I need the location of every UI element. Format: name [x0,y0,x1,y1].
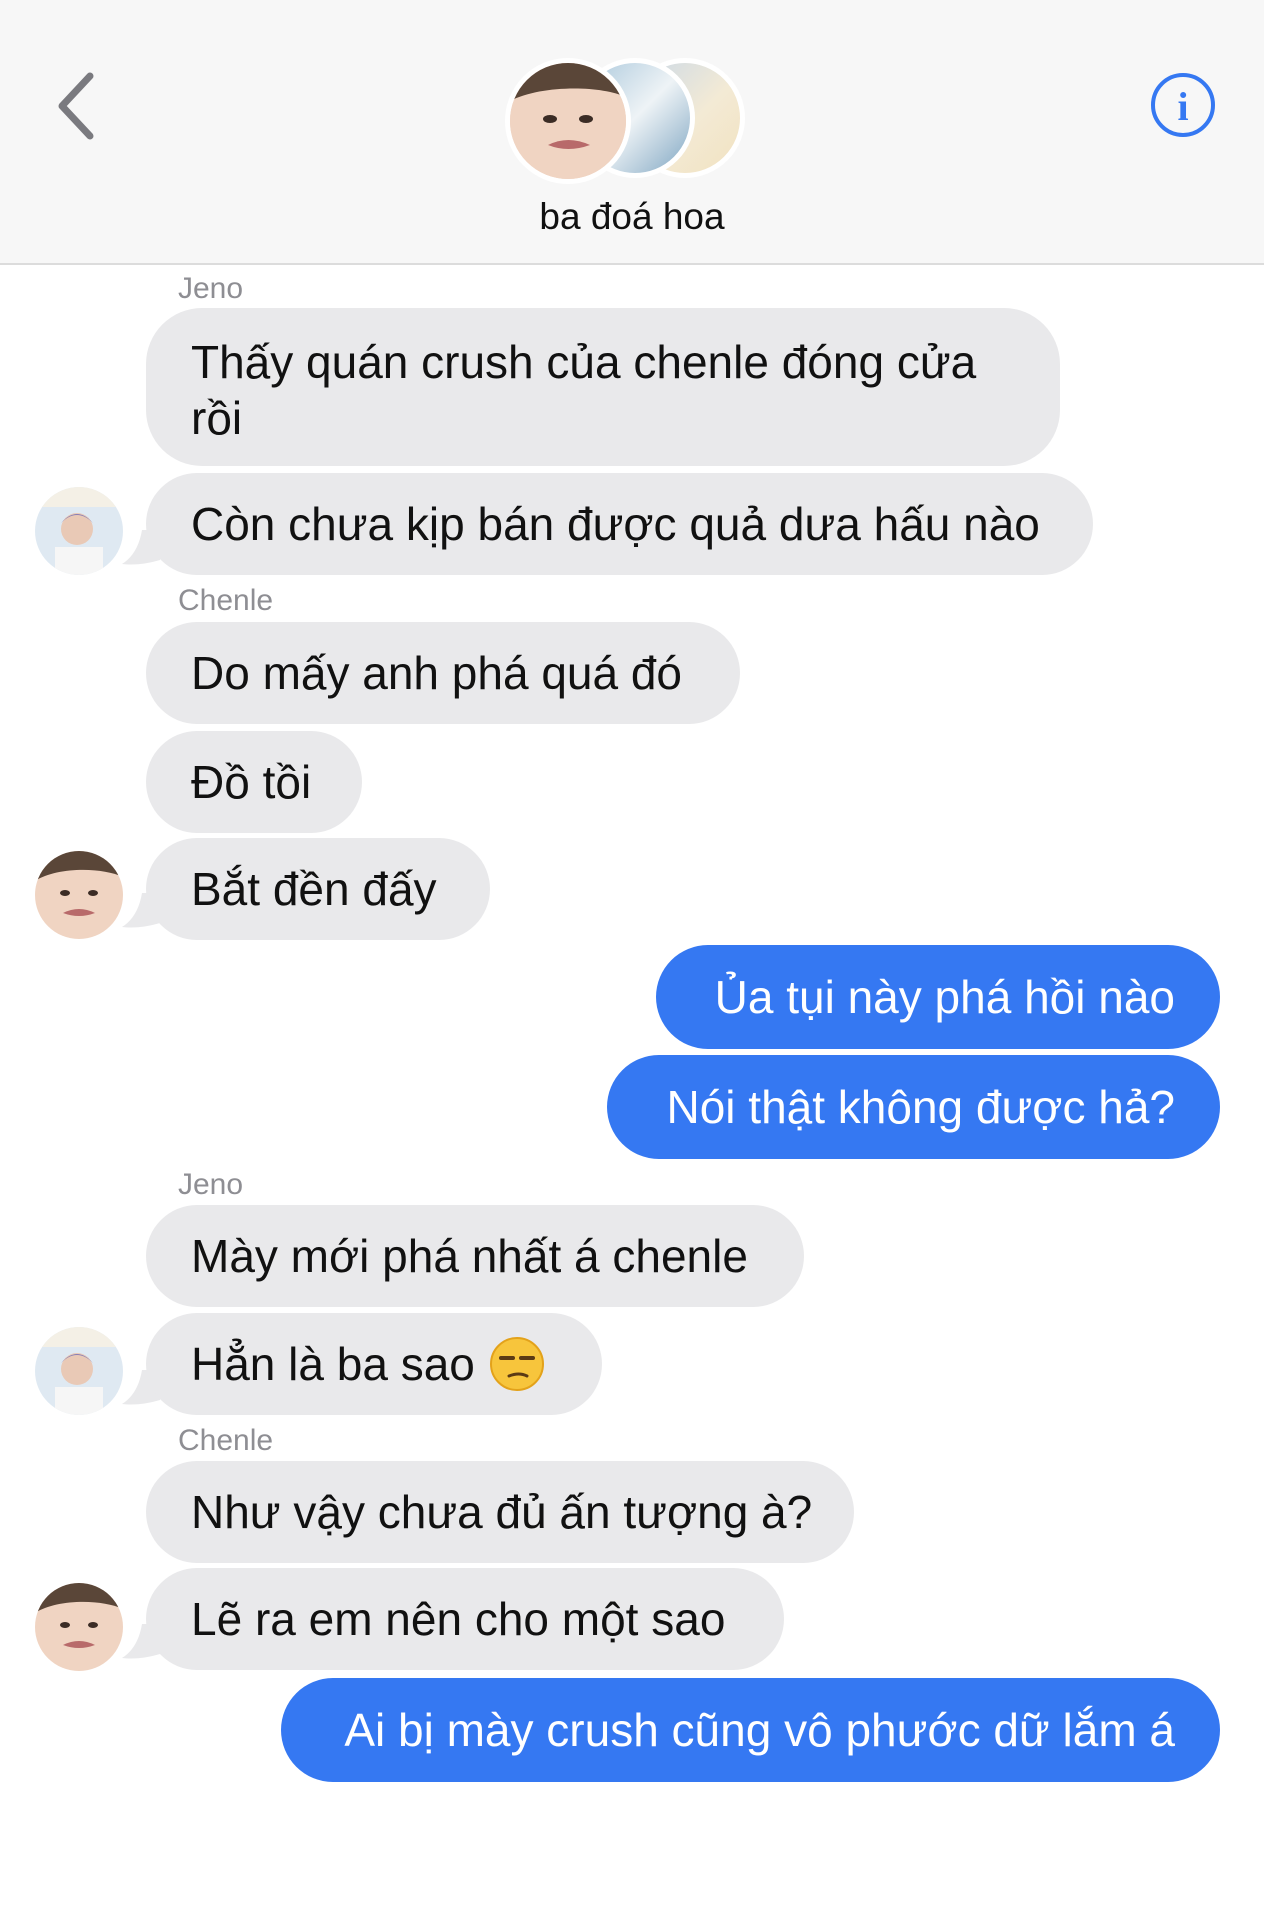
message-bubble-outgoing[interactable]: Nói thật không được hả? [607,1055,1220,1159]
back-chevron-icon[interactable] [50,66,110,146]
member-avatar-1 [505,58,631,184]
message-bubble-incoming[interactable]: Hẳn là ba sao [146,1313,602,1415]
sender-name: Jeno [178,272,244,305]
message-text: Lẽ ra em nên cho một sao [191,1593,726,1645]
message-bubble-incoming[interactable]: Thấy quán crush của chenle đóng cửa rồi [146,308,1060,466]
message-bubble-outgoing[interactable]: Ủa tụi này phá hồi nào [656,945,1220,1049]
message-bubble-incoming[interactable]: Như vậy chưa đủ ấn tượng à? [146,1461,854,1563]
message-text: Bắt đền đấy [191,863,437,915]
group-title[interactable]: ba đoá hoa [0,196,1264,238]
chenle-avatar[interactable] [35,851,123,939]
message-text: Hẳn là ba sao [191,1338,475,1390]
group-avatar-stack[interactable] [505,58,745,184]
message-bubble-incoming[interactable]: Lẽ ra em nên cho một sao [146,1568,784,1670]
message-text: Thấy quán crush của chenle đóng cửa rồi [191,336,977,444]
message-text: Đồ tồi [191,756,312,808]
message-text: Mày mới phá nhất á chenle [191,1230,748,1282]
jeno-avatar[interactable] [35,487,123,575]
jeno-avatar[interactable] [35,1327,123,1415]
message-text: Ủa tụi này phá hồi nào [714,971,1175,1023]
message-text: Do mấy anh phá quá đó [191,647,683,699]
message-bubble-incoming[interactable]: Bắt đền đấy [146,838,490,940]
sender-name: Chenle [178,1424,274,1457]
message-text: Còn chưa kịp bán được quả dưa hấu nào [191,498,1040,550]
svg-text:i: i [1177,84,1188,129]
message-bubble-incoming[interactable]: Còn chưa kịp bán được quả dưa hấu nào [146,473,1093,575]
message-text: Như vậy chưa đủ ấn tượng à? [191,1486,813,1538]
chat-header: ba đoá hoa i [0,0,1264,265]
info-icon[interactable]: i [1148,70,1218,140]
message-text: Ai bị mày crush cũng vô phước dữ lắm á [344,1704,1175,1756]
message-bubble-incoming[interactable]: Mày mới phá nhất á chenle [146,1205,804,1307]
message-bubble-outgoing[interactable]: Ai bị mày crush cũng vô phước dữ lắm á [281,1678,1220,1782]
message-bubble-incoming[interactable]: Do mấy anh phá quá đó [146,622,740,724]
unamused-face-icon [489,1337,544,1391]
message-bubble-incoming[interactable]: Đồ tồi [146,731,362,833]
sender-name: Chenle [178,584,274,617]
sender-name: Jeno [178,1168,244,1201]
message-text: Nói thật không được hả? [666,1081,1176,1133]
chenle-avatar[interactable] [35,1583,123,1671]
